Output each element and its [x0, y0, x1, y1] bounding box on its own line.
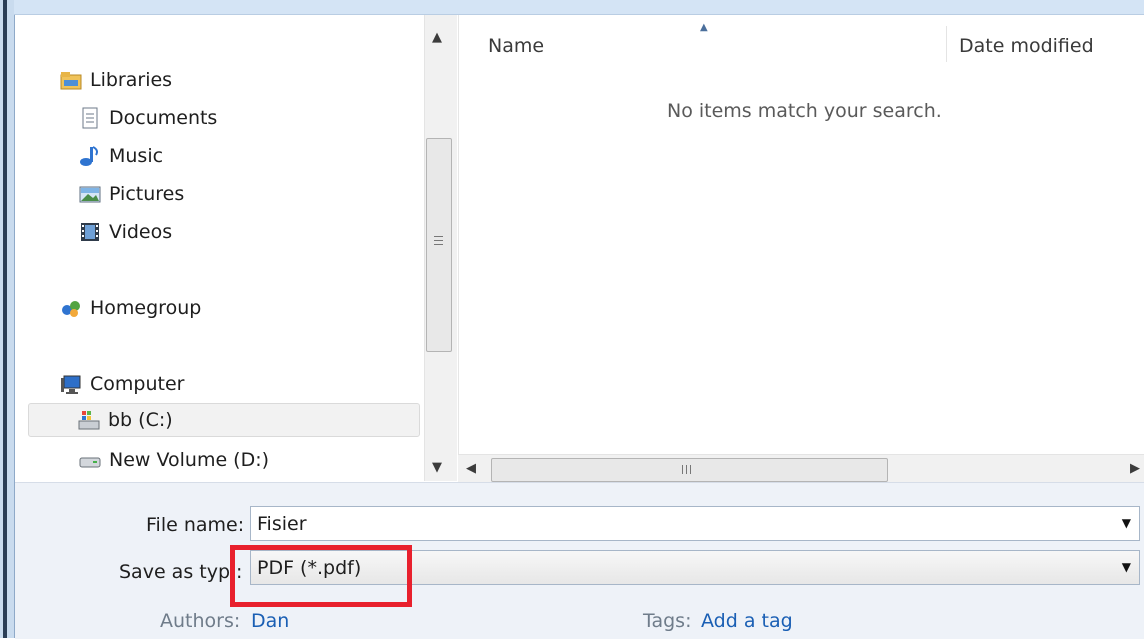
nav-item-documents[interactable]: Documents: [79, 101, 217, 135]
nav-label-computer: Computer: [90, 373, 185, 395]
nav-item-computer[interactable]: Computer: [60, 367, 184, 401]
window-frame-top: [14, 0, 1144, 15]
film-strip-icon: [79, 221, 101, 243]
homegroup-icon: [60, 297, 82, 319]
nav-item-videos[interactable]: Videos: [79, 215, 172, 249]
file-name-input[interactable]: Fisier ▼: [250, 506, 1140, 541]
nav-label-homegroup: Homegroup: [90, 297, 202, 319]
computer-icon: [60, 373, 82, 395]
nav-item-homegroup[interactable]: Homegroup: [60, 291, 201, 325]
scroll-up-arrow-icon[interactable]: ▲: [432, 30, 442, 45]
nav-label-music: Music: [109, 145, 164, 167]
scroll-right-arrow-icon[interactable]: ▶: [1130, 461, 1140, 476]
documents-icon: [79, 107, 101, 129]
nav-label-pictures: Pictures: [109, 183, 185, 205]
file-name-label: File name:: [146, 514, 245, 536]
scroll-left-arrow-icon[interactable]: ◀: [466, 461, 476, 476]
column-separator[interactable]: [946, 26, 947, 62]
hard-drive-icon: [79, 449, 101, 471]
sort-ascending-icon: ▲: [700, 22, 708, 33]
tags-label: Tags:: [643, 610, 692, 632]
add-tag-link[interactable]: Add a tag: [701, 610, 793, 632]
libraries-folder-icon: [60, 69, 82, 91]
nav-item-pictures[interactable]: Pictures: [79, 177, 184, 211]
scroll-down-arrow-icon[interactable]: ▼: [432, 460, 442, 475]
column-header-date-modified[interactable]: Date modified: [959, 35, 1094, 71]
window-frame-left: [0, 0, 15, 638]
highlight-box: [230, 545, 412, 607]
nav-label-libraries: Libraries: [90, 69, 173, 91]
file-list: [458, 15, 1144, 481]
save-as-type-label: Save as typ:: [119, 561, 243, 583]
nav-label-documents: Documents: [109, 107, 218, 129]
nav-item-drive-d[interactable]: New Volume (D:): [79, 443, 269, 477]
nav-label-videos: Videos: [109, 221, 173, 243]
nav-item-music[interactable]: Music: [79, 139, 163, 173]
nav-item-drive-c[interactable]: bb (C:): [28, 403, 420, 437]
system-drive-icon: [78, 409, 100, 431]
authors-value[interactable]: Dan: [251, 610, 289, 632]
nav-label-drive-c: bb (C:): [108, 409, 173, 431]
dropdown-arrow-icon[interactable]: ▼: [1122, 560, 1131, 574]
music-note-icon: [79, 145, 101, 167]
dropdown-arrow-icon[interactable]: ▼: [1122, 516, 1131, 530]
list-scrollbar-thumb[interactable]: [491, 458, 888, 482]
file-name-value: Fisier: [257, 512, 307, 535]
empty-list-message: No items match your search.: [667, 100, 942, 122]
pictures-icon: [79, 183, 101, 205]
nav-label-drive-d: New Volume (D:): [109, 449, 270, 471]
nav-scrollbar-thumb[interactable]: [426, 138, 452, 352]
nav-item-libraries[interactable]: Libraries: [60, 63, 172, 97]
column-header-name[interactable]: Name: [488, 35, 544, 71]
authors-label: Authors:: [160, 610, 241, 632]
navigation-pane: Libraries Documents Music Pictures Video…: [15, 15, 424, 481]
